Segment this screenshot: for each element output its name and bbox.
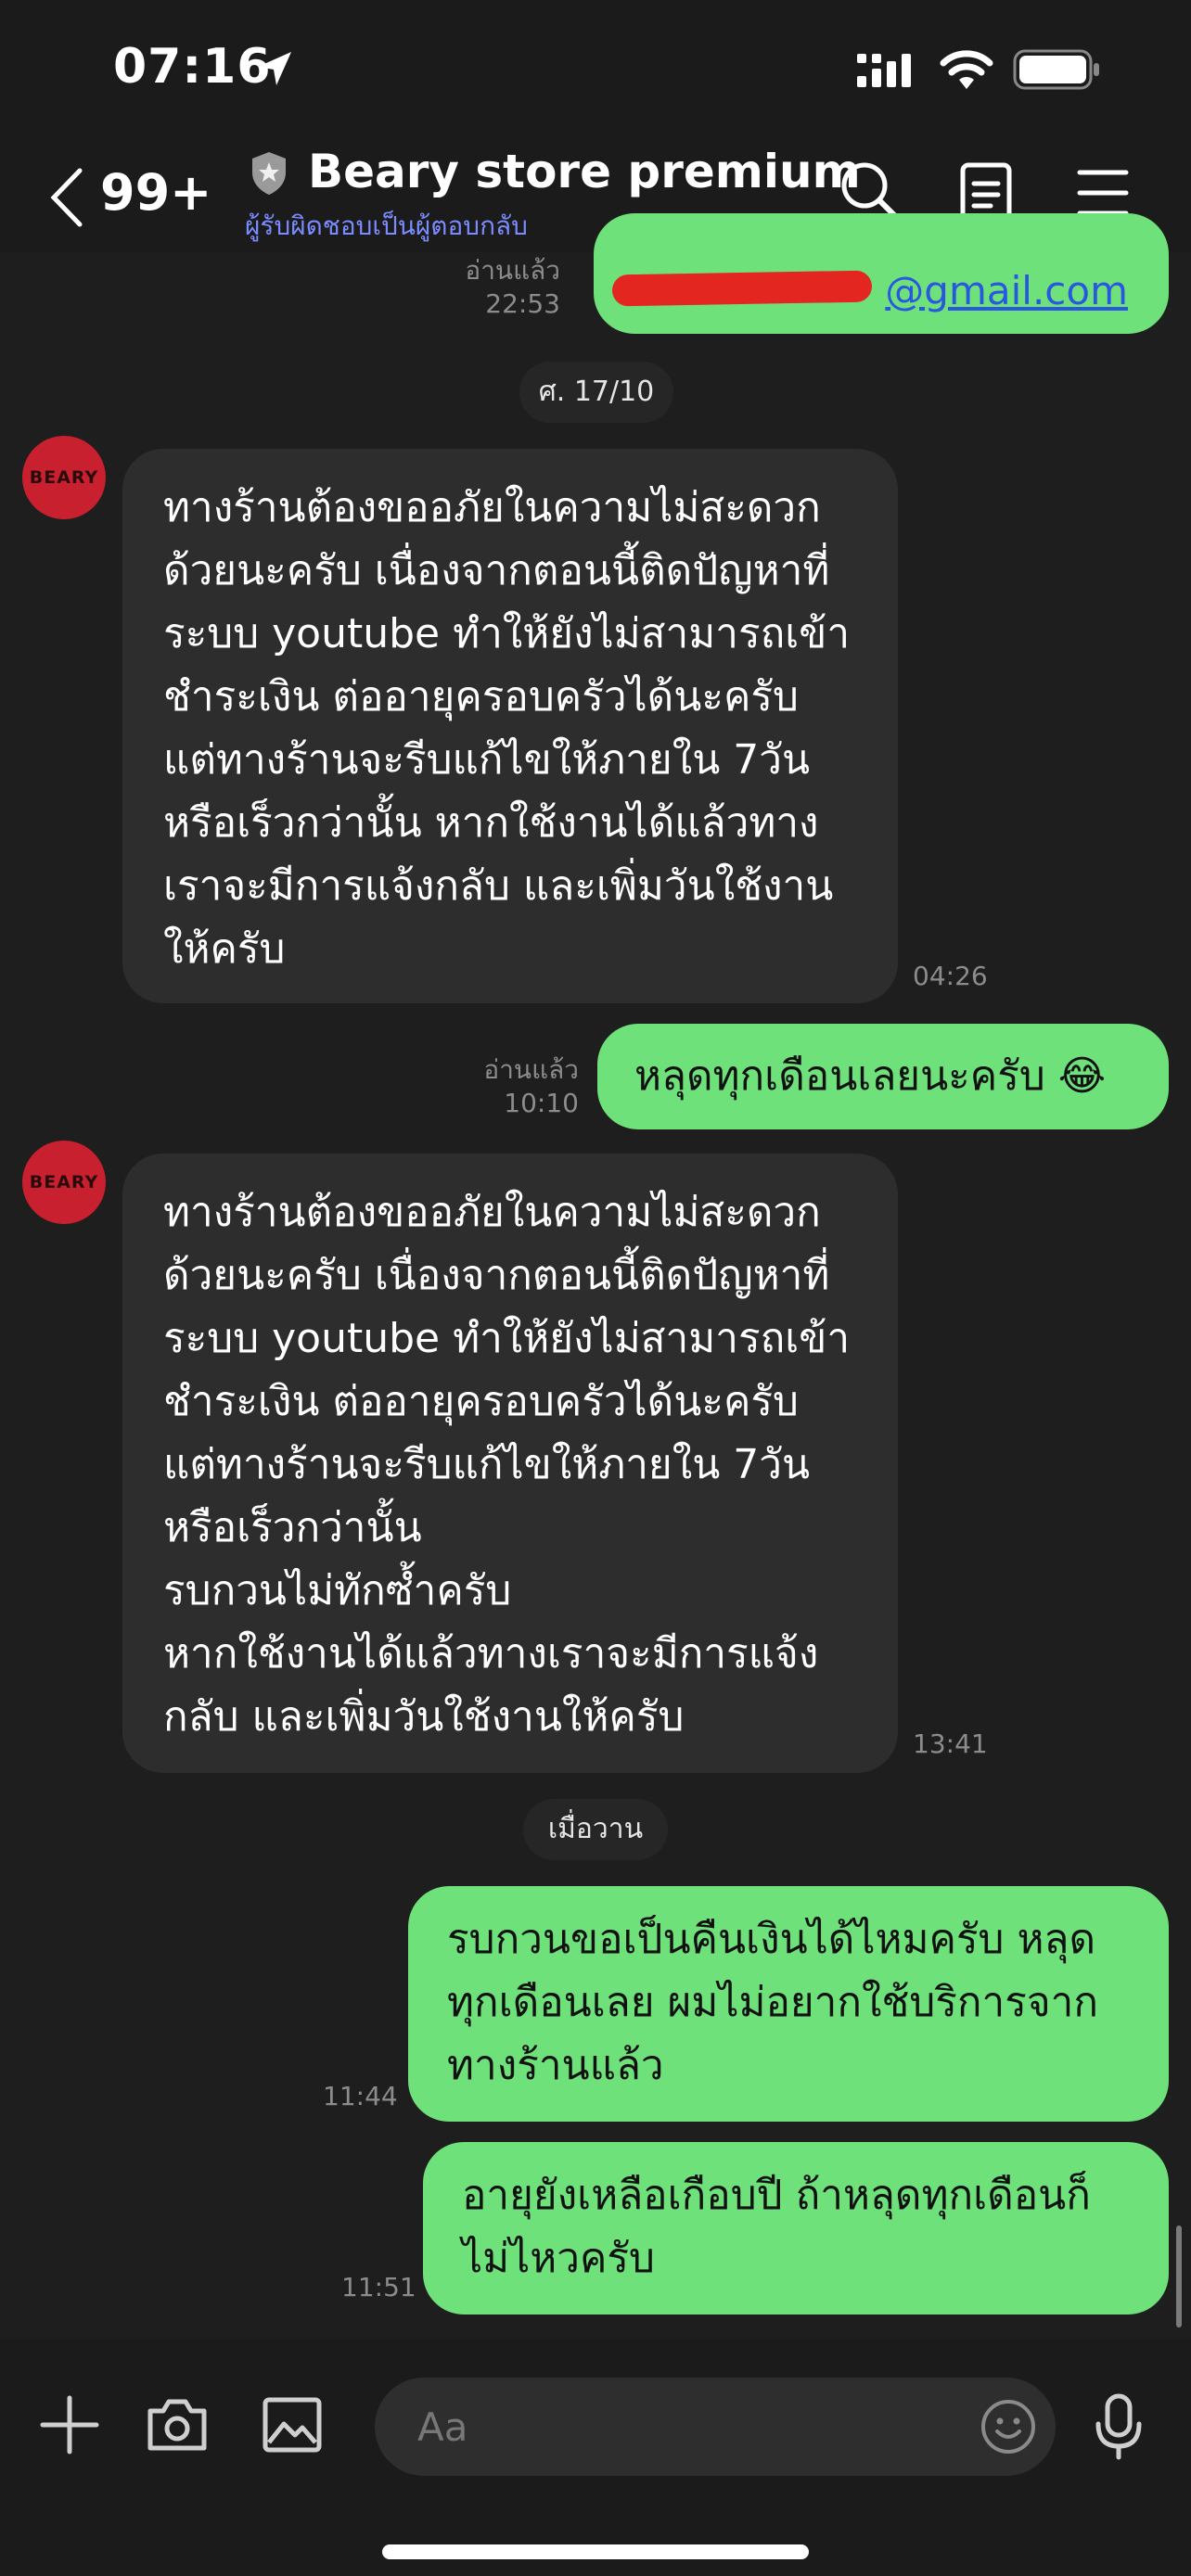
shield-icon <box>252 152 286 195</box>
cellular-signal-icon <box>857 54 911 87</box>
message-time: 11:44 <box>323 2081 398 2111</box>
wifi-icon <box>940 50 993 89</box>
message-text: ทางร้านต้องขออภัยในความไม่สะดวก ด้วยนะคร… <box>163 1189 851 1741</box>
message-time: 11:51 <box>341 2272 416 2302</box>
unread-count-badge[interactable]: 99+ <box>100 163 211 222</box>
plus-icon[interactable] <box>39 2394 100 2455</box>
message-input-bar <box>0 2339 1191 2576</box>
message-text: หลุดทุกเดือนเลยนะครับ 😂 <box>634 1052 1107 1100</box>
chat-title[interactable]: Beary store premium <box>308 145 861 198</box>
avatar-text: BEARY <box>29 467 99 488</box>
status-time: 07:16 <box>113 39 272 95</box>
date-separator: ศ. 17/10 <box>519 362 673 423</box>
microphone-icon[interactable] <box>1093 2392 1145 2461</box>
status-bar: 07:16 <box>0 0 1191 139</box>
message-time: 04:26 <box>913 961 988 991</box>
store-avatar[interactable]: BEARY <box>22 1141 106 1224</box>
message-bubble-incoming[interactable]: ทางร้านต้องขออภัยในความไม่สะดวก ด้วยนะคร… <box>122 1154 898 1773</box>
emoji-icon[interactable] <box>980 2398 1037 2455</box>
read-receipt: อ่านแล้ว 22:53 <box>436 254 560 321</box>
date-separator: เมื่อวาน <box>523 1799 668 1860</box>
menu-icon[interactable] <box>1074 165 1132 221</box>
message-bubble-outgoing[interactable]: หลุดทุกเดือนเลยนะครับ 😂 <box>597 1024 1169 1129</box>
message-bubble-incoming[interactable]: ทางร้านต้องขออภัยในความไม่สะดวก ด้วยนะคร… <box>122 449 898 1003</box>
read-receipt: อ่านแล้ว 10:10 <box>455 1053 579 1120</box>
message-input[interactable] <box>375 2378 1056 2476</box>
message-bubble-outgoing[interactable]: อายุยังเหลือเกือบปี ถ้าหลุดทุกเดือนก็ ไม… <box>423 2142 1169 2315</box>
store-avatar[interactable]: BEARY <box>22 436 106 519</box>
battery-icon <box>1013 49 1099 90</box>
home-indicator <box>382 2544 809 2559</box>
camera-icon[interactable] <box>145 2396 210 2454</box>
message-time: 22:53 <box>485 288 560 319</box>
message-text: ทางร้านต้องขออภัยในความไม่สะดวก ด้วยนะคร… <box>163 484 851 973</box>
message-bubble-outgoing[interactable]: รบกวนขอเป็นคืนเงินได้ไหมครับ หลุด ทุกเดื… <box>408 1886 1169 2122</box>
back-chevron-icon[interactable] <box>48 167 85 228</box>
email-link[interactable]: @gmail.com <box>885 268 1128 313</box>
message-time: 13:41 <box>913 1728 988 1759</box>
read-label: อ่านแล้ว <box>465 255 560 286</box>
avatar-text: BEARY <box>29 1172 99 1192</box>
chat-screen: 07:16 99+ Beary store premium ผู้รับผิดช… <box>0 0 1191 2576</box>
chat-subtitle: ผู้รับผิดชอบเป็นผู้ตอบกลับ <box>245 210 528 241</box>
message-time: 10:10 <box>504 1088 579 1118</box>
redaction-mark <box>611 270 873 307</box>
message-text: รบกวนขอเป็นคืนเงินได้ไหมครับ หลุด ทุกเดื… <box>447 1916 1099 2089</box>
chat-scrollbar[interactable] <box>1176 2225 1182 2327</box>
message-text: อายุยังเหลือเกือบปี ถ้าหลุดทุกเดือนก็ ไม… <box>462 2172 1091 2282</box>
location-arrow-icon <box>258 52 291 85</box>
read-label: อ่านแล้ว <box>483 1054 579 1085</box>
image-icon[interactable] <box>262 2394 323 2455</box>
